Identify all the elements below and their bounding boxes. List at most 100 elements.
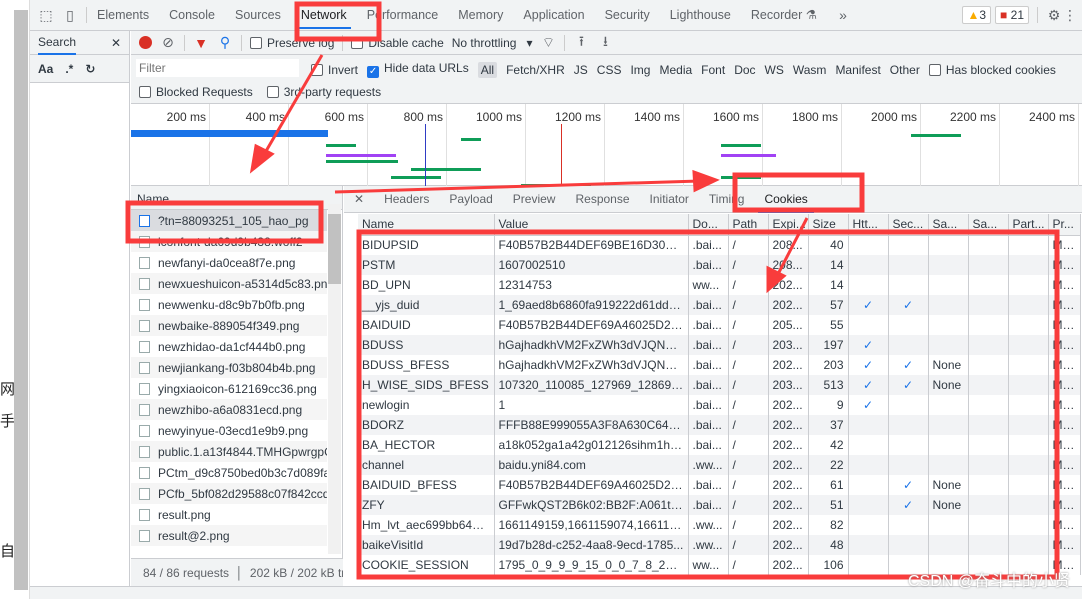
tab-console[interactable]: Console xyxy=(159,0,225,31)
request-row[interactable]: newyinyue-03ecd1e9b9.png xyxy=(131,420,327,441)
column-header[interactable]: Size xyxy=(808,214,849,236)
cookie-row[interactable]: BA_HECTOR a18k052ga1a42g012126sihm1hg....… xyxy=(358,435,1081,455)
tab-sources[interactable]: Sources xyxy=(225,0,291,31)
column-header[interactable]: Sa... xyxy=(928,214,969,236)
request-row[interactable]: newbaike-889054f349.png xyxy=(131,315,327,336)
cookie-row[interactable]: H_WISE_SIDS_BFESS 107320_110085_127969_12… xyxy=(358,375,1081,395)
tab-security[interactable]: Security xyxy=(595,0,660,31)
hide-data-urls-checkbox[interactable]: ✓ Hide data URLs xyxy=(367,61,469,78)
detail-tab-preview[interactable]: Preview xyxy=(503,186,566,213)
column-header[interactable]: Name xyxy=(358,214,495,236)
cookie-row[interactable]: BIDUPSID F40B57B2B44DEF69BE16D30E65... .ba… xyxy=(358,235,1081,255)
request-row[interactable]: PCfb_5bf082d29588c07f842ccde xyxy=(131,483,327,504)
type-wasm[interactable]: Wasm xyxy=(793,63,827,77)
tab-memory[interactable]: Memory xyxy=(448,0,513,31)
has-blocked-cookies-checkbox[interactable]: Has blocked cookies xyxy=(928,63,1056,77)
record-icon[interactable] xyxy=(139,36,152,49)
request-row[interactable]: newxueshuicon-a5314d5c83.png xyxy=(131,273,327,294)
request-row[interactable]: ?tn=88093251_105_hao_pg xyxy=(131,210,327,231)
import-har-icon[interactable]: ⭱ xyxy=(573,31,589,55)
type-manifest[interactable]: Manifest xyxy=(835,63,880,77)
tab-application[interactable]: Application xyxy=(513,0,594,31)
invert-checkbox[interactable]: Invert xyxy=(311,63,358,77)
cookie-row[interactable]: BAIDUID_BFESS F40B57B2B44DEF69A46025D254.… xyxy=(358,475,1081,495)
type-other[interactable]: Other xyxy=(890,63,920,77)
cookie-row[interactable]: PSTM 1607002510 .bai.../208... 14 Me... xyxy=(358,255,1081,275)
detail-tab-cookies[interactable]: Cookies xyxy=(754,186,817,213)
warnings-badge[interactable]: ▲3 xyxy=(962,6,992,24)
type-css[interactable]: CSS xyxy=(597,63,622,77)
cookie-row[interactable]: BDORZ FFFB88E999055A3F8A630C64834... .bai.… xyxy=(358,415,1081,435)
tab-elements[interactable]: Elements xyxy=(87,0,159,31)
detail-tab-headers[interactable]: Headers xyxy=(374,186,439,213)
third-party-checkbox[interactable]: 3rd-party requests xyxy=(266,85,381,99)
request-row[interactable]: PCtm_d9c8750bed0b3c7d089fa xyxy=(131,462,327,483)
inspect-element-icon[interactable]: ⬚ xyxy=(38,7,54,24)
tab-lighthouse[interactable]: Lighthouse xyxy=(660,0,741,31)
column-header[interactable]: Sec... xyxy=(888,214,929,236)
cookie-row[interactable]: Hm_lvt_aec699bb6442... 1661149159,1661159… xyxy=(358,515,1081,535)
cookie-row[interactable]: channel baidu.yni84.com .ww.../202... 22 Me.… xyxy=(358,455,1081,475)
network-conditions-icon[interactable]: ⌔ xyxy=(540,34,556,52)
network-overview-timeline[interactable]: 200 ms 400 ms 600 ms 800 ms 1000 ms 1200 ms 14… xyxy=(131,104,1082,201)
preserve-log-checkbox[interactable]: Preserve log xyxy=(250,36,334,50)
request-row[interactable]: newfanyi-da0cea8f7e.png xyxy=(131,252,327,273)
regex-button[interactable]: .* xyxy=(65,62,73,76)
request-row[interactable]: iconfont-da69d9b438.woff2 xyxy=(131,231,327,252)
name-column-header[interactable]: Name xyxy=(131,186,342,210)
request-list-scrollbar[interactable] xyxy=(328,204,341,554)
request-row[interactable]: result@2.png xyxy=(131,525,327,546)
search-icon[interactable]: ⚲ xyxy=(217,34,233,51)
column-header[interactable]: Do... xyxy=(688,214,729,236)
request-row[interactable]: public.1.a13f4844.TMHGpwrgpG xyxy=(131,441,327,462)
cookie-row[interactable]: BD_UPN 12314753 ww.../202... 14 Me... xyxy=(358,275,1081,295)
column-header[interactable]: Expi... xyxy=(768,214,809,236)
export-har-icon[interactable]: ⭳ xyxy=(597,31,613,55)
blocked-requests-checkbox[interactable]: Blocked Requests xyxy=(139,85,253,99)
more-options-icon[interactable]: ⋮ xyxy=(1062,7,1078,24)
detail-tab-timing[interactable]: Timing xyxy=(699,186,755,213)
type-fetch-xhr[interactable]: Fetch/XHR xyxy=(506,63,565,77)
errors-badge[interactable]: ■ 21 xyxy=(995,6,1029,24)
column-header[interactable]: Pr... xyxy=(1048,214,1081,236)
type-doc[interactable]: Doc xyxy=(734,63,755,77)
throttling-select[interactable]: No throttling ▾ xyxy=(452,36,533,50)
request-row[interactable]: newwenku-d8c9b7b0fb.png xyxy=(131,294,327,315)
type-ws[interactable]: WS xyxy=(765,63,784,77)
column-header[interactable]: Part... xyxy=(1008,214,1049,236)
cookie-row[interactable]: BDUSS hGajhadkhVM2FxZWh3dVJQNXE... .bai...… xyxy=(358,335,1081,355)
type-js[interactable]: JS xyxy=(574,63,588,77)
cookie-row[interactable]: newlogin 1 .bai.../202... 9 ✓ Me... xyxy=(358,395,1081,415)
clear-icon[interactable]: ⊘ xyxy=(160,34,176,51)
request-row[interactable]: newjiankang-f03b804b4b.png xyxy=(131,357,327,378)
search-tab[interactable]: Search xyxy=(38,31,77,55)
cookie-row[interactable]: BAIDUID F40B57B2B44DEF69A46025D254... .bai… xyxy=(358,315,1081,335)
disable-cache-checkbox[interactable]: Disable cache xyxy=(351,36,444,50)
detail-tab-response[interactable]: Response xyxy=(565,186,639,213)
match-case-button[interactable]: Aa xyxy=(38,62,53,76)
cookie-row[interactable]: baikeVisitId 19d7b28d-c252-4aa8-9ecd-1785… xyxy=(358,535,1081,555)
close-icon[interactable]: ✕ xyxy=(111,36,121,50)
tab-performance[interactable]: Performance xyxy=(357,0,449,31)
type-all[interactable]: All xyxy=(477,61,498,78)
gear-icon[interactable]: ⚙ xyxy=(1046,7,1062,24)
type-media[interactable]: Media xyxy=(659,63,692,77)
cookie-row[interactable]: BDUSS_BFESS hGajhadkhVM2FxZWh3dVJQNXE....… xyxy=(358,355,1081,375)
detail-tab-payload[interactable]: Payload xyxy=(439,186,502,213)
column-header[interactable]: Htt... xyxy=(848,214,889,236)
tab-network[interactable]: Network xyxy=(291,0,357,31)
column-header[interactable]: Sa... xyxy=(968,214,1009,236)
device-toolbar-icon[interactable]: ▯ xyxy=(62,7,78,24)
request-row[interactable]: yingxiaoicon-612169cc36.png xyxy=(131,378,327,399)
request-row[interactable]: newzhidao-da1cf444b0.png xyxy=(131,336,327,357)
filter-icon[interactable]: ▼ xyxy=(193,35,209,51)
column-header[interactable]: Path xyxy=(728,214,769,236)
filter-input[interactable] xyxy=(136,59,299,77)
cookie-row[interactable]: ZFY GFFwkQST2B6k02:BB2F:A061tUb... .bai...… xyxy=(358,495,1081,515)
type-font[interactable]: Font xyxy=(701,63,725,77)
close-detail-icon[interactable]: ✕ xyxy=(344,186,374,213)
tab-recorder[interactable]: Recorder ⚗ xyxy=(741,0,827,31)
more-tabs-icon[interactable]: » xyxy=(835,7,851,23)
request-row[interactable]: newzhibo-a6a0831ecd.png xyxy=(131,399,327,420)
column-header[interactable]: Value xyxy=(494,214,689,236)
